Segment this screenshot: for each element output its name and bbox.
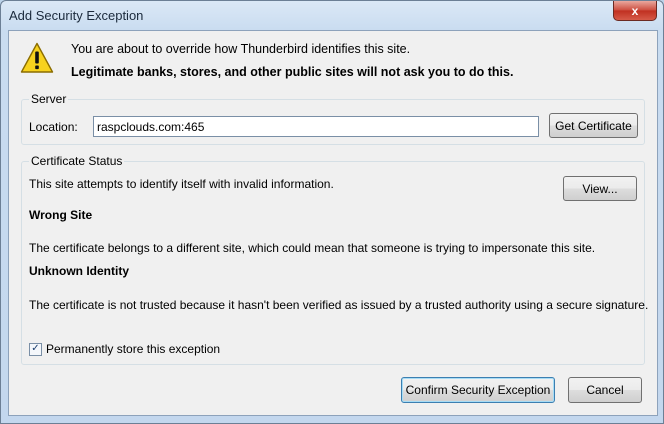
get-certificate-button[interactable]: Get Certificate xyxy=(549,113,638,138)
confirm-security-exception-button[interactable]: Confirm Security Exception xyxy=(401,377,555,403)
unknown-identity-description: The certificate is not trusted because i… xyxy=(29,298,649,312)
permanent-store-label[interactable]: Permanently store this exception xyxy=(46,342,220,356)
warning-emphasis: Legitimate banks, stores, and other publ… xyxy=(71,65,514,79)
location-label: Location: xyxy=(29,120,78,134)
wrong-site-heading: Wrong Site xyxy=(29,208,93,222)
permanent-store-option[interactable]: ✓ Permanently store this exception xyxy=(29,342,220,356)
warning-message: You are about to override how Thunderbir… xyxy=(71,42,411,56)
location-input[interactable] xyxy=(93,116,539,137)
window-title: Add Security Exception xyxy=(9,8,144,23)
status-intro-text: This site attempts to identify itself wi… xyxy=(29,177,334,191)
title-bar[interactable]: Add Security Exception x xyxy=(1,1,663,31)
close-button[interactable]: x xyxy=(613,1,657,21)
certificate-status-group: Certificate Status This site attempts to… xyxy=(21,154,649,365)
server-group: Server Location: Get Certificate xyxy=(21,92,645,145)
permanent-store-checkbox[interactable]: ✓ xyxy=(29,342,42,356)
server-legend: Server xyxy=(29,92,69,106)
dialog-body: You are about to override how Thunderbir… xyxy=(8,30,658,416)
view-certificate-button[interactable]: View... xyxy=(563,176,637,201)
certificate-status-legend: Certificate Status xyxy=(29,154,125,168)
add-security-exception-dialog: Add Security Exception x You are about t… xyxy=(0,0,664,424)
wrong-site-description: The certificate belongs to a different s… xyxy=(29,241,596,255)
cancel-button[interactable]: Cancel xyxy=(568,377,642,403)
close-icon: x xyxy=(631,3,639,18)
warning-icon xyxy=(20,42,54,73)
unknown-identity-heading: Unknown Identity xyxy=(29,264,129,278)
